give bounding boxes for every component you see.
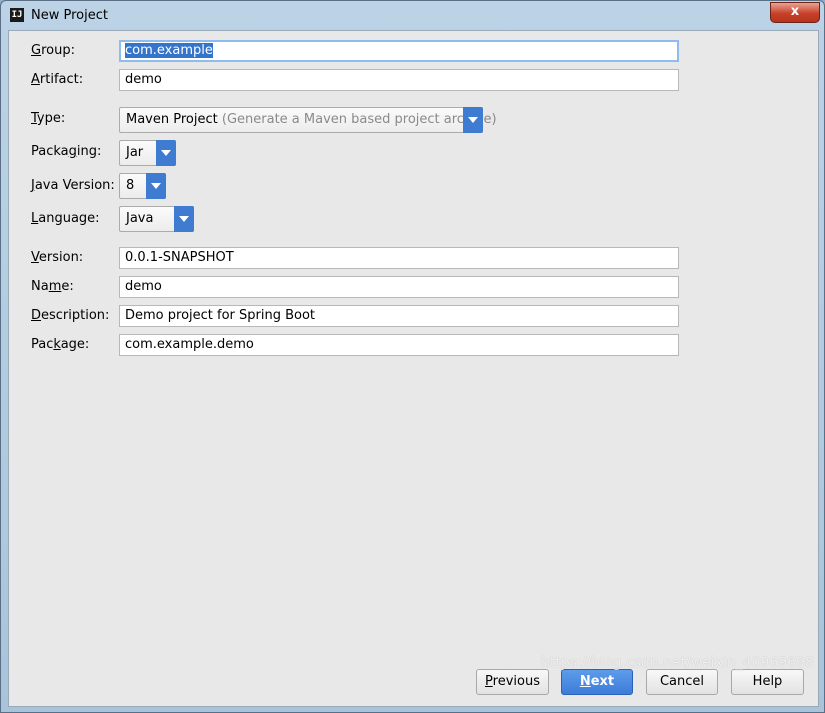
java-version-dropdown[interactable]: 8	[119, 173, 166, 199]
type-value: Maven Project	[126, 112, 218, 127]
java-version-value: 8	[126, 178, 135, 193]
language-label: Language:	[31, 211, 100, 226]
type-dropdown[interactable]: Maven Project (Generate a Maven based pr…	[119, 107, 497, 133]
language-value: Java	[126, 211, 154, 226]
chevron-down-icon[interactable]	[146, 173, 166, 199]
window-title: New Project	[31, 8, 108, 23]
group-value: com.example	[125, 43, 213, 58]
description-field[interactable]: Demo project for Spring Boot	[119, 305, 679, 327]
version-field[interactable]: 0.0.1-SNAPSHOT	[119, 247, 679, 269]
type-hint: (Generate a Maven based project archive)	[221, 112, 497, 127]
packaging-value: Jar	[126, 145, 144, 160]
artifact-field[interactable]: demo	[119, 69, 679, 91]
intellij-app-icon: IJ	[10, 8, 24, 22]
packaging-label: Packaging:	[31, 144, 102, 159]
package-field[interactable]: com.example.demo	[119, 334, 679, 356]
dialog-content: Group: com.example Artifact: demo Type: …	[8, 30, 819, 707]
name-label: Name:	[31, 279, 74, 294]
close-button[interactable]: x	[770, 2, 820, 23]
description-label: Description:	[31, 308, 110, 323]
packaging-dropdown[interactable]: Jar	[119, 140, 176, 166]
next-button[interactable]: Next	[561, 669, 633, 695]
cancel-button[interactable]: Cancel	[646, 669, 718, 695]
version-label: Version:	[31, 250, 84, 265]
java-version-label: Java Version:	[31, 178, 115, 193]
package-label: Package:	[31, 337, 90, 352]
title-bar[interactable]: IJ New Project x	[1, 1, 824, 29]
chevron-down-icon[interactable]	[156, 140, 176, 166]
previous-button[interactable]: Previous	[476, 669, 549, 695]
artifact-label: Artifact:	[31, 72, 84, 87]
watermark-text: https://blog.csdn.net/weixin_40969698	[540, 655, 814, 671]
new-project-window: IJ New Project x Group: com.example Arti…	[0, 0, 825, 713]
help-button[interactable]: Help	[731, 669, 804, 695]
name-field[interactable]: demo	[119, 276, 679, 298]
type-label: Type:	[31, 111, 66, 126]
language-dropdown[interactable]: Java	[119, 206, 194, 232]
group-field[interactable]: com.example	[119, 40, 679, 62]
chevron-down-icon[interactable]	[174, 206, 194, 232]
group-label: Group:	[31, 43, 75, 58]
chevron-down-icon[interactable]	[463, 107, 483, 133]
